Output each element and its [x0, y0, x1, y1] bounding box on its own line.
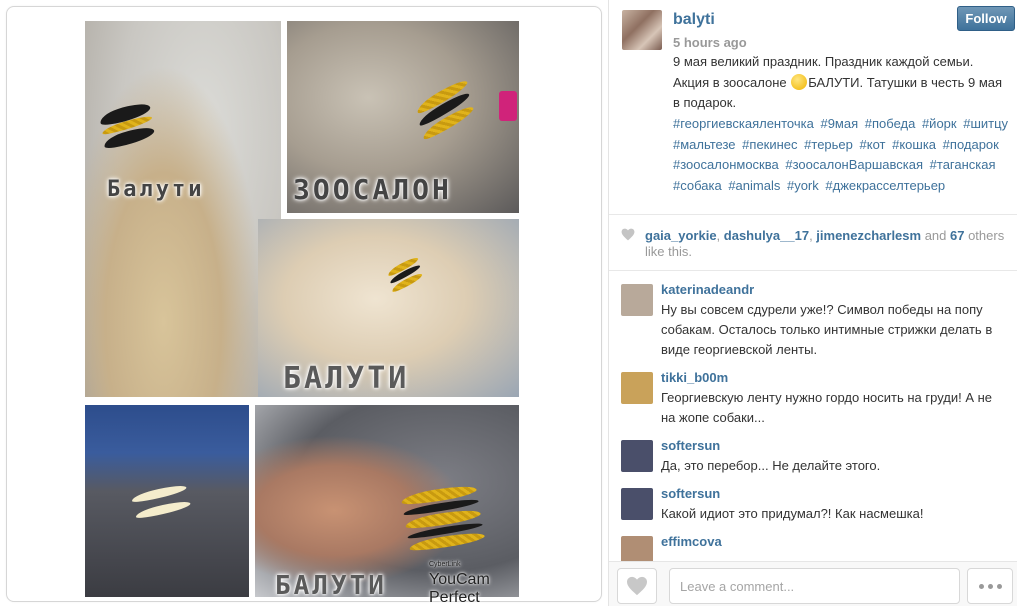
- commenter-username[interactable]: tikki_b00m: [661, 370, 728, 385]
- hashtag[interactable]: #york: [787, 178, 819, 193]
- more-options-icon: [987, 583, 993, 589]
- comment-item: katerinadeandr Ну вы совсем сдурели уже!…: [609, 272, 1017, 360]
- watermark-small: CyberLink: [429, 561, 461, 568]
- hashtag[interactable]: #зоосалонВаршавская: [785, 157, 923, 172]
- and-text: and: [921, 228, 950, 243]
- more-options-icon: [996, 583, 1002, 589]
- hashtag[interactable]: #мальтезе: [673, 137, 736, 152]
- likes-section: gaia_yorkie, dashulya__17, jimenezcharle…: [609, 215, 1017, 269]
- collage-tile-1: [85, 21, 281, 397]
- hashtag-list: #георгиевскаяленточка #9мая #победа #йор…: [673, 114, 1013, 196]
- hashtag[interactable]: #зоосалонмосква: [673, 157, 779, 172]
- likes-count[interactable]: 67: [950, 228, 964, 243]
- collage-tile-5: [255, 405, 519, 597]
- owner-username[interactable]: balyti: [673, 11, 715, 29]
- heart-icon: [621, 228, 635, 241]
- watermark-text: YouCam Perfect: [429, 571, 490, 606]
- watermark: CyberLink YouCam Perfect: [429, 561, 521, 606]
- hashtag[interactable]: #кот: [860, 137, 886, 152]
- hashtag[interactable]: #таганская: [930, 157, 996, 172]
- comments-list[interactable]: katerinadeandr Ну вы совсем сдурели уже!…: [609, 272, 1017, 562]
- hashtag[interactable]: #подарок: [943, 137, 999, 152]
- comment-item: softersun Какой идиот это придумал?! Как…: [609, 476, 1017, 524]
- divider: [609, 270, 1017, 271]
- commenter-username[interactable]: softersun: [661, 486, 720, 501]
- commenter-username[interactable]: effimcova: [661, 534, 722, 549]
- heart-icon: [627, 576, 647, 596]
- collage-tile-4: [85, 405, 249, 597]
- collage-label-1: Балути: [107, 177, 205, 202]
- owner-avatar[interactable]: [622, 10, 662, 50]
- more-options-icon: [978, 583, 984, 589]
- comment-text: Георгиевскую ленту нужно гордо носить на…: [661, 390, 993, 425]
- comment-text: Ну вы совсем сдурели уже!? Символ победы…: [661, 302, 993, 357]
- post-caption: 9 мая великий праздник. Праздник каждой …: [673, 52, 1009, 114]
- post-photo-card: Балути ЗООСАЛОН БАЛУТИ БАЛУТИ CyberLink …: [6, 6, 602, 606]
- post-header: balyti 5 hours ago Follow 9 мая великий …: [609, 0, 1017, 214]
- comment-item: effimcova: [609, 524, 1017, 562]
- commenter-avatar[interactable]: [621, 440, 653, 472]
- hashtag[interactable]: #9мая: [820, 116, 858, 131]
- hashtag[interactable]: #animals: [728, 178, 780, 193]
- follow-button[interactable]: Follow: [957, 6, 1015, 31]
- commenter-avatar[interactable]: [621, 536, 653, 562]
- comment-input[interactable]: [669, 568, 960, 604]
- photo-collage[interactable]: Балути ЗООСАЛОН БАЛУТИ БАЛУТИ CyberLink …: [85, 15, 521, 606]
- hashtag[interactable]: #георгиевскаяленточка: [673, 116, 814, 131]
- commenter-avatar[interactable]: [621, 372, 653, 404]
- hashtag[interactable]: #пекинес: [742, 137, 797, 152]
- liker-username[interactable]: jimenezcharlesm: [816, 228, 921, 243]
- hashtag[interactable]: #йорк: [922, 116, 957, 131]
- comment-text: Какой идиот это придумал?! Как насмешка!: [661, 506, 924, 521]
- comment-item: softersun Да, это перебор... Не делайте …: [609, 428, 1017, 476]
- liker-username[interactable]: gaia_yorkie: [645, 228, 717, 243]
- hashtag[interactable]: #собака: [673, 178, 722, 193]
- likes-text: gaia_yorkie, dashulya__17, jimenezcharle…: [645, 228, 1005, 260]
- hashtag[interactable]: #джекрасселтерьер: [825, 178, 945, 193]
- commenter-username[interactable]: softersun: [661, 438, 720, 453]
- collage-label-3: БАЛУТИ: [283, 361, 410, 396]
- collage-label-4: БАЛУТИ: [275, 571, 387, 601]
- post-details-panel: balyti 5 hours ago Follow 9 мая великий …: [609, 0, 1017, 606]
- commenter-username[interactable]: katerinadeandr: [661, 282, 754, 297]
- like-button[interactable]: [617, 568, 657, 604]
- comment-text: Да, это перебор... Не делайте этого.: [661, 458, 881, 473]
- hashtag[interactable]: #кошка: [892, 137, 936, 152]
- more-options-button[interactable]: [967, 568, 1013, 604]
- separator: ,: [716, 228, 724, 243]
- collage-label-2: ЗООСАЛОН: [293, 173, 452, 206]
- comment-item: tikki_b00m Георгиевскую ленту нужно горд…: [609, 360, 1017, 428]
- post-timestamp[interactable]: 5 hours ago: [673, 35, 747, 50]
- commenter-avatar[interactable]: [621, 284, 653, 316]
- smiling-face-icon: [791, 73, 808, 90]
- liker-username[interactable]: dashulya__17: [724, 228, 809, 243]
- hashtag[interactable]: #победа: [865, 116, 916, 131]
- hashtag[interactable]: #шитцу: [963, 116, 1008, 131]
- comment-footer: [609, 561, 1017, 606]
- commenter-avatar[interactable]: [621, 488, 653, 520]
- hashtag[interactable]: #терьер: [804, 137, 853, 152]
